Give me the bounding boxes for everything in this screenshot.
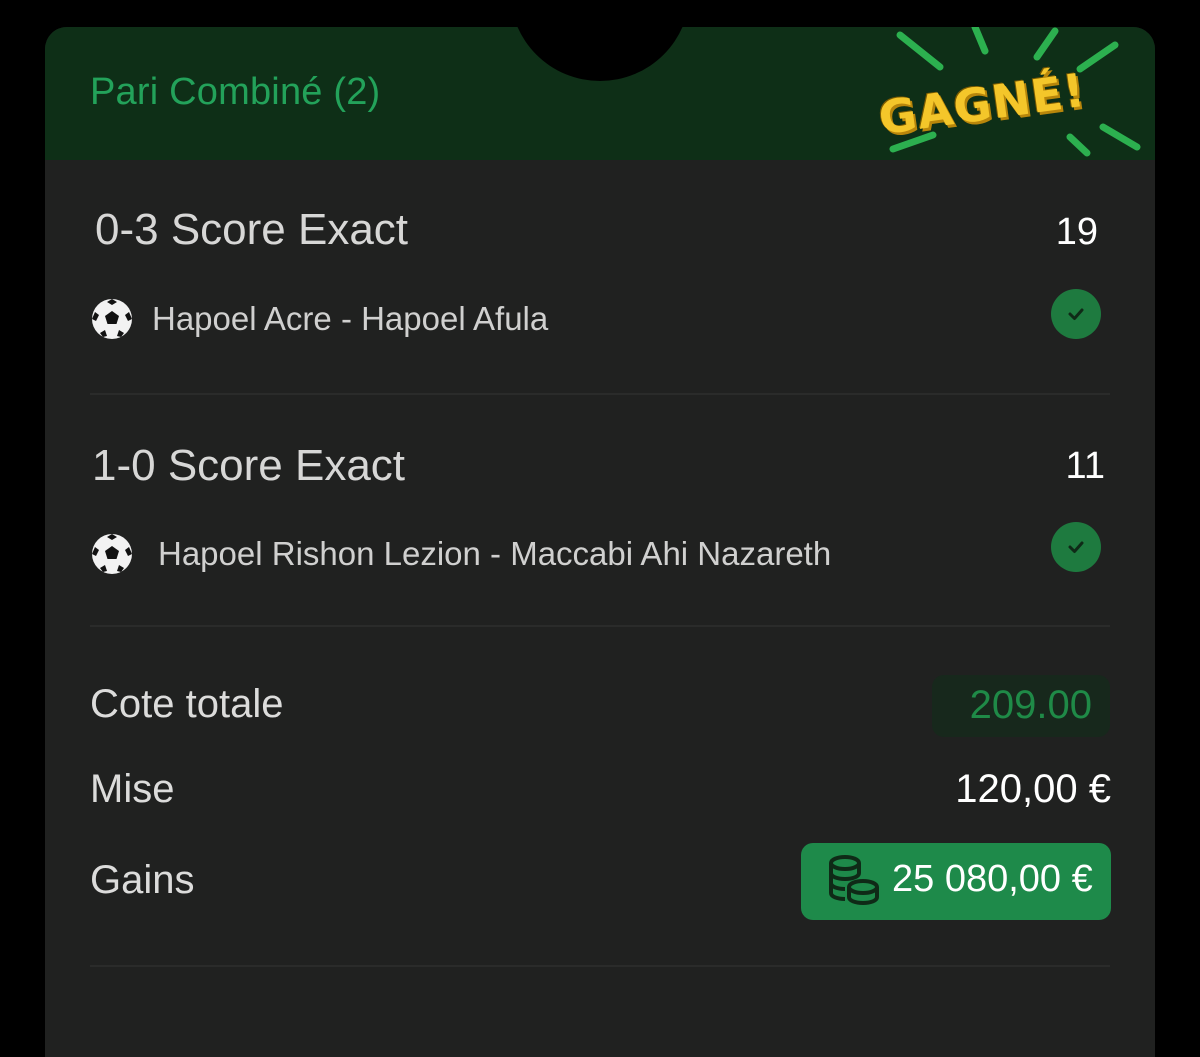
selection-market: 0-3 Score Exact xyxy=(95,205,409,254)
divider xyxy=(90,965,1110,967)
total-odds-box: 209.00 xyxy=(932,675,1110,737)
soccer-ball-icon xyxy=(92,299,132,339)
winnings-value: 25 080,00 € xyxy=(892,858,1093,900)
selection-odds: 11 xyxy=(1065,445,1105,487)
winnings-badge: 25 080,00 € xyxy=(801,843,1111,920)
divider xyxy=(90,393,1110,395)
bet-header: Pari Combiné (2) GAGNÉ! xyxy=(45,27,1155,160)
stake-value: 120,00 € xyxy=(955,767,1111,811)
selection-market: 1-0 Score Exact xyxy=(92,441,406,490)
stake-label: Mise xyxy=(90,767,175,811)
soccer-ball-icon xyxy=(92,534,132,574)
bet-type-title: Pari Combiné (2) xyxy=(90,71,381,113)
header-notch xyxy=(510,27,690,81)
check-icon xyxy=(1051,289,1101,339)
match-name: Hapoel Acre - Hapoel Afula xyxy=(152,300,549,337)
coins-icon xyxy=(829,855,879,906)
total-odds-value: 209.00 xyxy=(969,683,1092,727)
total-odds-label: Cote totale xyxy=(90,682,284,726)
divider xyxy=(90,625,1110,627)
winnings-label: Gains xyxy=(90,858,195,902)
selection-odds: 19 xyxy=(1055,211,1098,253)
check-icon xyxy=(1051,522,1101,572)
match-name: Hapoel Rishon Lezion - Maccabi Ahi Nazar… xyxy=(158,535,832,572)
selection-match-row: Hapoel Rishon Lezion - Maccabi Ahi Nazar… xyxy=(90,532,831,576)
selection-match-row: Hapoel Acre - Hapoel Afula xyxy=(90,297,548,341)
bet-card: Pari Combiné (2) GAGNÉ! 0-3 Score Exact … xyxy=(45,27,1155,1057)
